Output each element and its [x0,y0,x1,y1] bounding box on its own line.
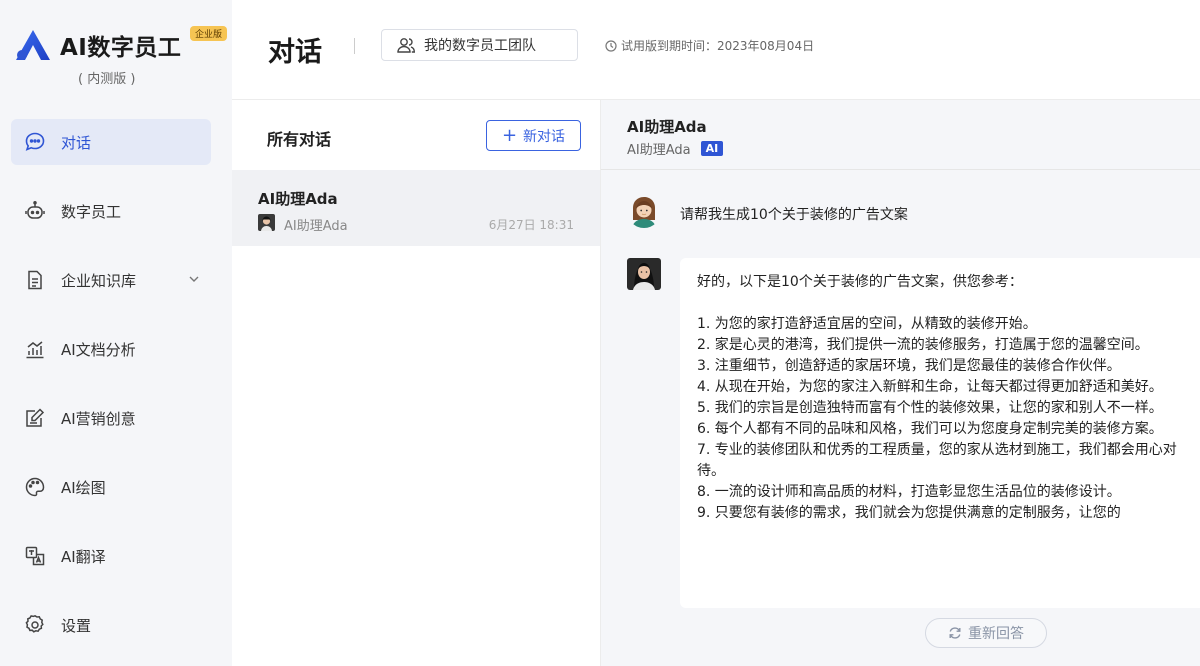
brand-logo[interactable]: AI数字员工 企业版 [14,26,228,62]
sidebar-item-label: 企业知识库 [61,271,137,290]
sidebar-item-label: 数字员工 [61,202,122,221]
assistant-message-line: 3. 注重细节，创造舒适的家居环境，我们是您最佳的装修合作伙伴。 [697,358,1121,374]
conversation-subtitle: AI助理Ada [284,219,348,234]
page-title: 对话 [268,37,322,68]
conversation-list-title: 所有对话 [267,130,332,149]
clock-icon [605,39,617,52]
assistant-message-line: 7. 专业的装修团队和优秀的工程质量，您的家从选材到施工，我们都会用心对待。 [697,442,1177,479]
edition-badge: 企业版 [190,26,228,41]
conversation-item[interactable]: AI助理Ada AI助理Ada 6月27日 18:31 [232,170,600,246]
sidebar-item-knowledge-base[interactable]: 企业知识库 [11,257,211,303]
chat-panel: AI助理Ada AI助理Ada AI 请帮我生成10个关于装修的广告文案 好的，… [601,100,1200,666]
sidebar-item-label: AI绘图 [61,478,106,497]
palette-icon [23,475,47,499]
regenerate-button[interactable]: 重新回答 [925,618,1047,648]
user-avatar [627,194,661,228]
chat-assistant-subtitle: AI助理Ada AI [627,139,724,158]
conversation-name: AI助理Ada [258,190,338,208]
sidebar-item-settings[interactable]: 设置 [11,602,211,648]
regenerate-label: 重新回答 [968,626,1024,642]
assistant-message-line: 5. 我们的宗旨是创造独特而富有个性的装修效果，让您的家和别人不一样。 [697,400,1163,416]
bar-chart-icon [23,337,47,361]
trial-expiry-text: 试用版到期时间：2023年08月04日 [621,39,815,53]
plus-icon: + [501,124,518,146]
sidebar: AI数字员工 企业版 ( 内测版 ) 对话 数字员工 企业知识库 AI文档分析 … [0,0,232,666]
sidebar-item-label: AI营销创意 [61,409,136,428]
conversation-list-panel: 所有对话 + 新对话 AI助理Ada AI助理Ada 6月27日 18:31 [232,100,601,666]
brand-subtitle: ( 内测版 ) [78,72,136,87]
user-message: 请帮我生成10个关于装修的广告文案 [680,207,908,223]
sidebar-item-digital-employee[interactable]: 数字员工 [11,188,211,234]
my-team-label: 我的数字员工团队 [424,38,536,54]
assistant-message-line: 8. 一流的设计师和高品质的材料，打造彰显您生活品位的装修设计。 [697,484,1121,500]
sidebar-item-marketing[interactable]: AI营销创意 [11,395,211,441]
sidebar-item-label: 对话 [61,133,92,152]
chevron-down-icon[interactable] [187,272,201,286]
sidebar-item-label: 设置 [61,616,92,635]
gear-icon [23,613,47,637]
assistant-message: 好的，以下是10个关于装修的广告文案，供您参考： 1. 为您的家打造舒适宜居的空… [680,258,1200,608]
sidebar-item-label: AI文档分析 [61,340,136,359]
top-bar: 对话 我的数字员工团队 试用版到期时间：2023年08月04日 [232,0,1200,100]
edit-note-icon [23,406,47,430]
robot-icon [23,199,47,223]
sidebar-nav: 对话 数字员工 企业知识库 AI文档分析 AI营销创意 AI绘图 AI翻译 设置 [11,119,211,666]
sidebar-item-label: AI翻译 [61,547,106,566]
assistant-message-line: 2. 家是心灵的港湾，我们提供一流的装修服务，打造属于您的温馨空间。 [697,337,1149,353]
sidebar-item-translate[interactable]: AI翻译 [11,533,211,579]
assistant-message-line: 4. 从现在开始，为您的家注入新鲜和生命，让每天都过得更加舒适和美好。 [697,379,1163,395]
sidebar-item-chat[interactable]: 对话 [11,119,211,165]
assistant-message-line: 1. 为您的家打造舒适宜居的空间，从精致的装修开始。 [697,316,1037,332]
sidebar-item-doc-analysis[interactable]: AI文档分析 [11,326,211,372]
conversation-time: 6月27日 18:31 [488,218,574,232]
my-team-button[interactable]: 我的数字员工团队 [381,29,578,61]
ai-badge: AI [700,141,724,156]
new-conversation-button[interactable]: + 新对话 [486,120,581,151]
trial-expiry: 试用版到期时间：2023年08月04日 [605,37,814,54]
assistant-avatar [627,258,661,290]
brand-title: AI数字员工 [60,35,182,61]
chat-assistant-name: AI助理Ada [627,118,707,136]
users-icon [397,38,416,53]
new-conversation-label: 新对话 [523,128,566,145]
assistant-message-line: 9. 只要您有装修的需求，我们就会为您提供满意的定制服务，让您的 [697,505,1121,521]
refresh-icon [949,627,961,639]
divider [354,38,355,54]
assistant-avatar [258,214,275,231]
assistant-message-line: 6. 每个人都有不同的品味和风格，我们可以为您度身定制完美的装修方案。 [697,421,1163,437]
sidebar-item-drawing[interactable]: AI绘图 [11,464,211,510]
document-icon [23,268,47,292]
chat-subtitle-text: AI助理Ada [627,143,691,158]
logo-icon [16,30,50,60]
assistant-message-intro: 好的，以下是10个关于装修的广告文案，供您参考： [697,274,1023,290]
chat-bubble-icon [23,130,47,154]
translate-icon [23,544,47,568]
chat-header: AI助理Ada AI助理Ada AI [601,100,1200,170]
